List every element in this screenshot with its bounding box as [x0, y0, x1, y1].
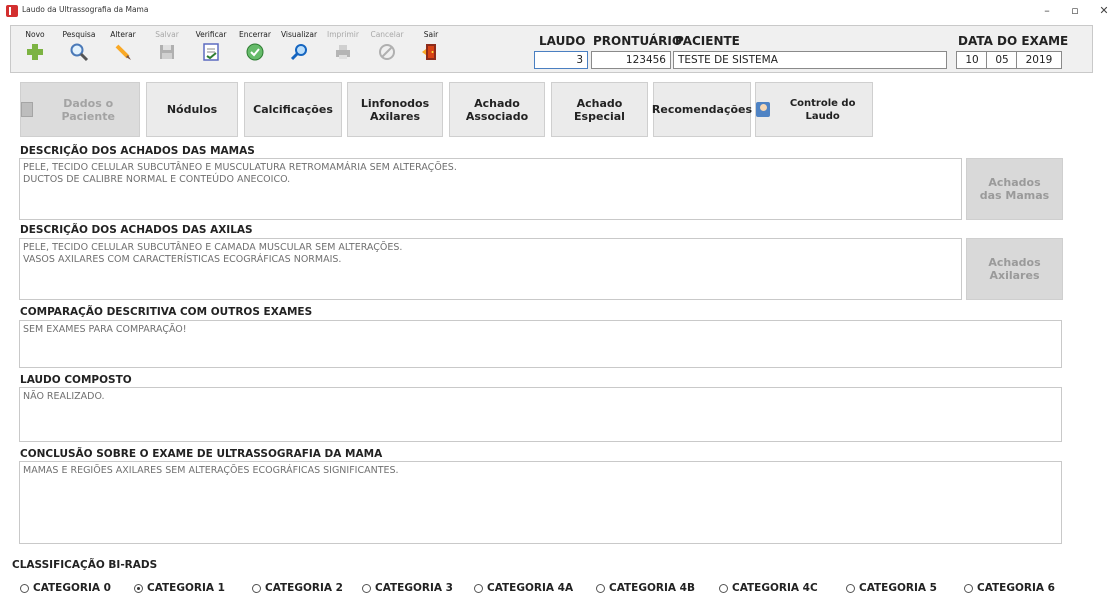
laudo-label: LAUDO	[539, 34, 586, 48]
tab-linfonodos-axilares[interactable]: Linfonodos Axilares	[347, 82, 443, 137]
window-title: Laudo da Ultrassografia da Mama	[22, 5, 149, 14]
conclusao-textarea[interactable]: MAMAS E REGIÕES AXILARES SEM ALTERAÇÕES …	[19, 461, 1062, 544]
axilas-label: DESCRIÇÃO DOS ACHADOS DAS AXILAS	[20, 224, 253, 236]
prontuario-field[interactable]: 123456	[591, 51, 671, 69]
radio-circle	[596, 583, 605, 593]
check-circle-icon	[245, 42, 265, 62]
maximize-button[interactable]: ▫	[1065, 3, 1085, 19]
achados-axilares-button[interactable]: Achados Axilares	[966, 238, 1063, 300]
tab-calcificacoes[interactable]: Calcificações	[244, 82, 342, 137]
alterar-button[interactable]: Alterar	[103, 29, 143, 69]
radio-circle	[474, 583, 483, 593]
birads-radio-4a[interactable]: CATEGORIA 4A	[474, 582, 573, 594]
radio-circle	[964, 583, 973, 593]
radio-circle	[20, 583, 29, 593]
birads-radio-4b[interactable]: CATEGORIA 4B	[596, 582, 695, 594]
title-bar: Laudo da Ultrassografia da Mama – ▫ ✕	[0, 0, 1117, 22]
tab-achado-associado[interactable]: Achado Associado	[449, 82, 545, 137]
radio-circle	[252, 583, 261, 593]
doctor-icon	[756, 102, 771, 117]
paciente-label: PACIENTE	[675, 34, 740, 48]
tab-achado-especial[interactable]: Achado Especial	[551, 82, 648, 137]
tab-recomendacoes[interactable]: Recomendações	[652, 82, 752, 137]
birads-radio-4c[interactable]: CATEGORIA 4C	[719, 582, 818, 594]
birads-radio-0[interactable]: CATEGORIA 0	[20, 582, 111, 594]
plus-icon	[25, 42, 45, 62]
data-day-field[interactable]: 10	[956, 51, 988, 69]
radio-circle	[362, 583, 371, 593]
birads-radio-1[interactable]: CATEGORIA 1	[134, 582, 225, 594]
axilas-textarea[interactable]: PELE, TECIDO CELULAR SUBCUTÂNEO E CAMADA…	[19, 238, 962, 300]
data-year-field[interactable]: 2019	[1016, 51, 1062, 69]
tab-dados-paciente[interactable]: Dados o Paciente	[20, 82, 140, 137]
composto-textarea[interactable]: NÃO REALIZADO.	[19, 387, 1062, 442]
comparacao-textarea[interactable]: SEM EXAMES PARA COMPARAÇÃO!	[19, 320, 1062, 368]
salvar-button[interactable]: Salvar	[147, 29, 187, 69]
composto-label: LAUDO COMPOSTO	[20, 374, 132, 386]
tab-nodulos[interactable]: Nódulos	[146, 82, 238, 137]
laudo-field[interactable]: 3	[534, 51, 588, 69]
radio-circle	[846, 583, 855, 593]
birads-radio-5[interactable]: CATEGORIA 5	[846, 582, 937, 594]
radio-circle	[719, 583, 728, 593]
novo-button[interactable]: Novo	[15, 29, 55, 69]
minimize-button[interactable]: –	[1037, 3, 1057, 19]
toolbar: Novo Pesquisa Alterar Salvar Verificar E…	[10, 25, 1093, 73]
conclusao-label: CONCLUSÃO SOBRE O EXAME DE ULTRASSOGRAFI…	[20, 448, 383, 460]
birads-radio-6[interactable]: CATEGORIA 6	[964, 582, 1055, 594]
exit-door-icon	[421, 42, 441, 62]
birads-label: CLASSIFICAÇÃO BI-RADS	[12, 559, 158, 571]
verificar-button[interactable]: Verificar	[191, 29, 231, 69]
checklist-icon	[201, 42, 221, 62]
encerrar-button[interactable]: Encerrar	[235, 29, 275, 69]
close-button[interactable]: ✕	[1094, 3, 1114, 19]
prontuario-label: PRONTUÁRIO	[593, 34, 683, 48]
birads-radio-2[interactable]: CATEGORIA 2	[252, 582, 343, 594]
tab-controle-laudo[interactable]: Controle do Laudo	[755, 82, 873, 137]
data-exame-label: DATA DO EXAME	[958, 34, 1069, 48]
cancel-icon	[377, 42, 397, 62]
achados-mamas-button[interactable]: Achados das Mamas	[966, 158, 1063, 220]
printer-icon	[333, 42, 353, 62]
mamas-label: DESCRIÇÃO DOS ACHADOS DAS MAMAS	[20, 145, 255, 157]
magnifier-icon	[69, 42, 89, 62]
cancelar-button[interactable]: Cancelar	[367, 29, 407, 69]
birads-radio-3[interactable]: CATEGORIA 3	[362, 582, 453, 594]
floppy-icon	[157, 42, 177, 62]
sair-button[interactable]: Sair	[411, 29, 451, 69]
pencil-icon	[113, 42, 133, 62]
visualizar-button[interactable]: Visualizar	[279, 29, 319, 69]
zoom-icon	[289, 42, 309, 62]
mamas-textarea[interactable]: PELE, TECIDO CELULAR SUBCUTÂNEO E MUSCUL…	[19, 158, 962, 220]
folder-icon	[21, 102, 34, 117]
paciente-field[interactable]: TESTE DE SISTEMA	[673, 51, 947, 69]
radio-circle-checked	[134, 583, 143, 593]
app-icon	[6, 5, 18, 17]
pesquisa-button[interactable]: Pesquisa	[59, 29, 99, 69]
comparacao-label: COMPARAÇÃO DESCRITIVA COM OUTROS EXAMES	[20, 306, 313, 318]
data-month-field[interactable]: 05	[986, 51, 1018, 69]
imprimir-button[interactable]: Imprimir	[323, 29, 363, 69]
